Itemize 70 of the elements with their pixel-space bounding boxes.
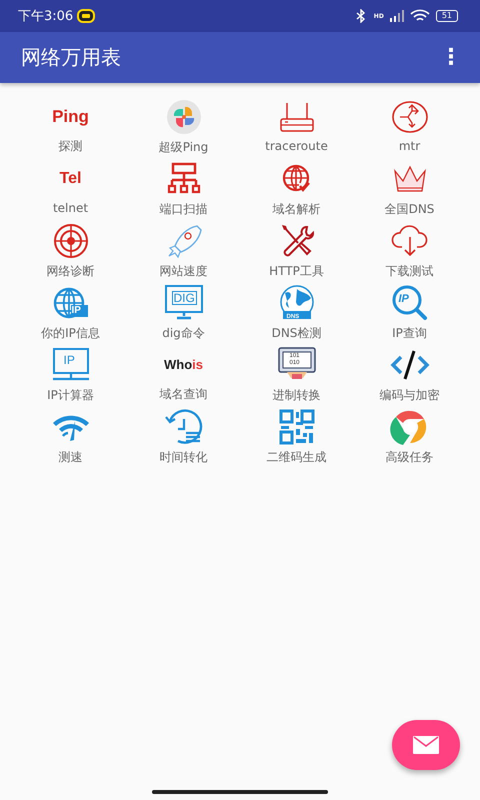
signal-icon: [390, 10, 404, 22]
tool-item[interactable]: Whois 域名查询: [127, 347, 240, 403]
tool-label: HTTP工具: [269, 263, 324, 280]
tool-item[interactable]: 超级Ping: [127, 99, 240, 155]
tool-item[interactable]: mtr: [353, 99, 466, 155]
wifi-icon: [410, 9, 430, 23]
tool-item[interactable]: 网站速度: [127, 223, 240, 279]
tool-label: 测速: [58, 449, 82, 466]
tool-item[interactable]: 端口扫描: [127, 161, 240, 217]
tool-label: mtr: [398, 139, 420, 153]
mail-button[interactable]: [392, 720, 460, 770]
cloud-download-icon: [390, 223, 430, 259]
tool-item[interactable]: Ping 探测: [14, 99, 127, 155]
logo-text: Ping: [52, 108, 89, 125]
tool-item[interactable]: 测速: [14, 409, 127, 465]
tool-item[interactable]: 全国DNS: [353, 161, 466, 217]
logo-text: Tel: [60, 171, 82, 187]
tool-item[interactable]: IP 你的IP信息: [14, 285, 127, 341]
tool-label: DNS检测: [272, 325, 322, 342]
battery-icon: 51: [436, 10, 458, 22]
tool-label: telnet: [52, 201, 88, 215]
icon-label: IP: [72, 306, 81, 316]
tool-item[interactable]: 时间转化: [127, 409, 240, 465]
clock: 下午3:06: [18, 8, 74, 25]
tool-label: 编码与加密: [380, 387, 440, 404]
icon-label: IP: [398, 294, 409, 305]
tool-item[interactable]: HTTP工具: [240, 223, 353, 279]
notification-icon: [79, 11, 94, 21]
tool-label: 探测: [58, 138, 82, 155]
tool-label: 网站速度: [160, 263, 208, 280]
tool-item[interactable]: 二维码生成: [240, 409, 353, 465]
monitor-icon: [164, 285, 204, 321]
clock-history-icon: [164, 409, 204, 445]
tool-item[interactable]: IP IP计算器: [14, 347, 127, 403]
tool-item[interactable]: 下载测试: [353, 223, 466, 279]
tool-label: IP计算器: [47, 387, 94, 404]
more-menu-button[interactable]: ⋮: [434, 45, 468, 70]
monitor-icon: [50, 347, 90, 383]
logo-text: Who: [164, 358, 192, 371]
tool-item[interactable]: traceroute: [240, 99, 353, 155]
tool-item[interactable]: 高级任务: [353, 409, 466, 465]
tool-label: 高级任务: [386, 449, 434, 466]
tool-label: 全国DNS: [384, 201, 434, 218]
tool-label: 网络诊断: [46, 263, 94, 280]
tool-label: dig命令: [162, 325, 205, 342]
tool-label: 超级Ping: [158, 139, 208, 156]
tool-label: 域名解析: [272, 201, 320, 218]
tool-label: 进制转换: [272, 387, 320, 404]
qr-code-icon: [276, 409, 316, 445]
tool-label: 下载测试: [386, 263, 434, 280]
tool-label: 时间转化: [160, 449, 208, 466]
tool-item[interactable]: 编码与加密: [353, 347, 466, 403]
icon-label: DIG: [172, 291, 197, 305]
tool-label: 域名查询: [160, 386, 208, 403]
route-icon: [390, 99, 430, 135]
magnifier-icon: [390, 285, 430, 321]
tool-item[interactable]: 域名解析: [240, 161, 353, 217]
app-title: 网络万用表: [21, 44, 122, 71]
logo-text: is: [192, 358, 203, 371]
tool-item[interactable]: DIG dig命令: [127, 285, 240, 341]
envelope-icon: [413, 736, 439, 754]
tool-item[interactable]: IP IP查询: [353, 285, 466, 341]
tool-item[interactable]: 网络诊断: [14, 223, 127, 279]
tool-label: 端口扫描: [160, 201, 208, 218]
icon-label: IP: [64, 354, 75, 366]
tool-label: 二维码生成: [266, 449, 326, 466]
tool-label: IP查询: [392, 325, 427, 342]
tool-item[interactable]: Tel telnet: [14, 161, 127, 217]
tool-label: 你的IP信息: [41, 325, 100, 342]
tool-label: traceroute: [265, 139, 328, 153]
